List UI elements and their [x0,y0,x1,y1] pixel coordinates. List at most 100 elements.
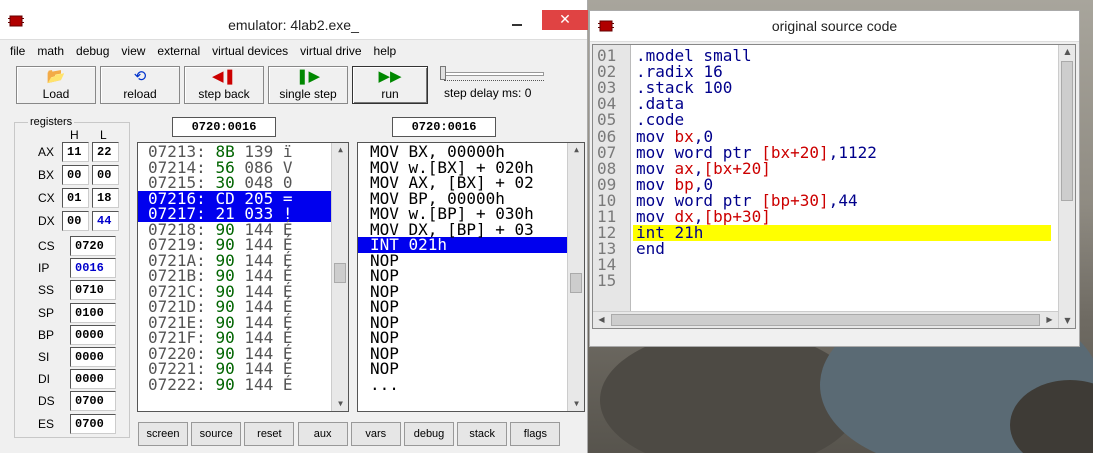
emulator-window: emulator: 4lab2.exe_ ✕ file math debug view… [0,0,588,453]
register-label-ax: AX [38,145,55,159]
memory-decimal-value: 144 [244,374,274,394]
register-label-di: DI [38,372,50,387]
register-dx-low[interactable]: 44 [92,211,119,231]
register-ds-value[interactable]: 0700 [70,391,116,412]
disasm-address-field[interactable]: 0720:0016 [392,117,496,137]
code-token: , [828,190,839,210]
disassembly-row[interactable]: ... [358,376,584,393]
scroll-left-icon[interactable]: ◀ [593,313,610,327]
step-back-icon: ◀❚ [211,68,237,85]
run-icon: ▶▶ [378,68,402,85]
memory-scroll-thumb[interactable] [334,263,346,283]
source-scroll-thumb[interactable] [1061,61,1073,201]
register-di-value[interactable]: 0000 [70,369,116,390]
register-cs-value[interactable]: 0720 [70,236,116,256]
register-bp-value[interactable]: 0000 [70,324,116,345]
step-back-button-label: step back [198,87,250,101]
source-line[interactable]: 14 [593,257,1059,273]
code-token: , [828,142,839,162]
disassembly-scroll-thumb[interactable] [570,273,582,293]
menu-item-file[interactable]: file [4,42,31,62]
scroll-down-icon[interactable]: ▼ [568,397,584,411]
stack-button[interactable]: stack [457,422,508,446]
reload-icon: ⟲ [133,68,147,85]
menu-item-debug[interactable]: debug [70,42,115,62]
registers-group-label: registers [28,116,75,128]
run-button-label: run [381,87,399,101]
code-operand: [bp+30] [761,190,829,210]
emulator-titlebar[interactable]: emulator: 4lab2.exe_ ✕ [0,0,588,40]
register-ip-value[interactable]: 0016 [70,258,116,279]
register-label-sp: SP [38,305,55,320]
source-horizontal-thumb[interactable] [611,314,1040,326]
register-sp-value[interactable]: 0100 [70,302,116,323]
scroll-up-icon[interactable]: ▲ [568,143,584,157]
source-line[interactable]: 13 end [593,241,1059,257]
scroll-down-icon[interactable]: ▼ [1059,314,1075,328]
register-cx-low[interactable]: 18 [92,188,119,208]
load-button[interactable]: 📂 Load [16,66,96,104]
code-operand: [bx+20] [703,158,771,178]
step-delay-slider-thumb[interactable] [440,66,446,80]
line-number: 05 [597,110,617,130]
source-scrollbar[interactable]: ▲ ▼ [1058,45,1075,328]
register-label-es: ES [38,416,55,431]
menu-item-view[interactable]: view [115,42,151,62]
code-operand: [bx+20] [761,142,829,162]
source-horizontal-scrollbar[interactable]: ◀ ▶ [593,311,1058,328]
flags-button[interactable]: flags [510,422,561,446]
memory-hex-value: 90 [215,374,235,394]
register-si-value[interactable]: 0000 [70,347,116,367]
close-icon: ✕ [559,12,571,28]
load-button-label: Load [42,87,70,101]
aux-button[interactable]: aux [297,422,348,446]
memory-list[interactable]: 07213: 8B 139 ï 07214: 56 086 V 07215: 30 … [137,142,349,412]
debug-button[interactable]: debug [404,422,454,446]
screen-button[interactable]: screen [138,422,188,446]
reload-button[interactable]: ⟲ reload [100,66,180,104]
single-step-icon: ❚▶ [295,68,321,85]
emulator-title: emulator: 4lab2.exe_ [228,17,359,33]
menu-item-help[interactable]: help [368,42,403,62]
source-line[interactable]: 15 [593,273,1059,289]
menu-item-virtual-drive[interactable]: virtual drive [294,42,367,62]
scroll-down-icon[interactable]: ▼ [332,397,348,411]
high-byte-header: H [70,128,79,142]
source-titlebar[interactable]: original source code [590,11,1079,42]
scroll-up-icon[interactable]: ▲ [1059,45,1075,59]
menu-item-math[interactable]: math [31,42,70,62]
register-bx-low[interactable]: 00 [92,165,119,185]
register-cx-high[interactable]: 01 [62,188,89,208]
close-button[interactable]: ✕ [542,10,588,30]
reload-button-label: reload [123,87,157,101]
register-label-si: SI [38,350,50,364]
register-ax-high[interactable]: 11 [62,142,89,162]
scroll-up-icon[interactable]: ▲ [332,143,348,157]
memory-address-field[interactable]: 0720:0016 [172,117,276,137]
step-delay-slider-track[interactable] [442,72,544,76]
register-es-value[interactable]: 0700 [70,413,116,434]
register-ss-value[interactable]: 0710 [70,280,116,301]
scroll-right-icon[interactable]: ▶ [1041,313,1058,327]
single-step-button[interactable]: ❚▶ single step [268,66,348,104]
menu-item-virtual-devices[interactable]: virtual devices [206,42,294,62]
menu-item-external[interactable]: external [151,42,206,62]
disassembly-scrollbar[interactable]: ▲ ▼ [567,143,584,411]
register-ax-low[interactable]: 22 [92,142,119,162]
run-button[interactable]: ▶▶ run [352,66,428,104]
code-token: end [636,239,665,259]
minimize-button[interactable] [502,10,531,40]
reset-button[interactable]: reset [244,422,295,446]
step-delay-ticks [444,80,544,84]
memory-row[interactable]: 07222: 90 144 É [138,374,348,394]
register-label-ss: SS [38,283,55,298]
memory-scrollbar[interactable]: ▲ ▼ [331,143,348,411]
step-back-button[interactable]: ◀❚ step back [184,66,264,104]
register-bx-high[interactable]: 00 [62,165,89,185]
source-button[interactable]: source [191,422,242,446]
source-editor[interactable]: 01 .model small 02 .radix 16 03 .stack 100 04.… [592,44,1076,329]
source-code-window: original source code 01 .model small 02 .ra… [589,10,1080,347]
disassembly-list[interactable]: MOV BX, 00000h MOV w.[BX] + 020h MOV AX, [… [357,142,585,412]
vars-button[interactable]: vars [350,422,401,446]
register-dx-high[interactable]: 00 [62,211,89,231]
